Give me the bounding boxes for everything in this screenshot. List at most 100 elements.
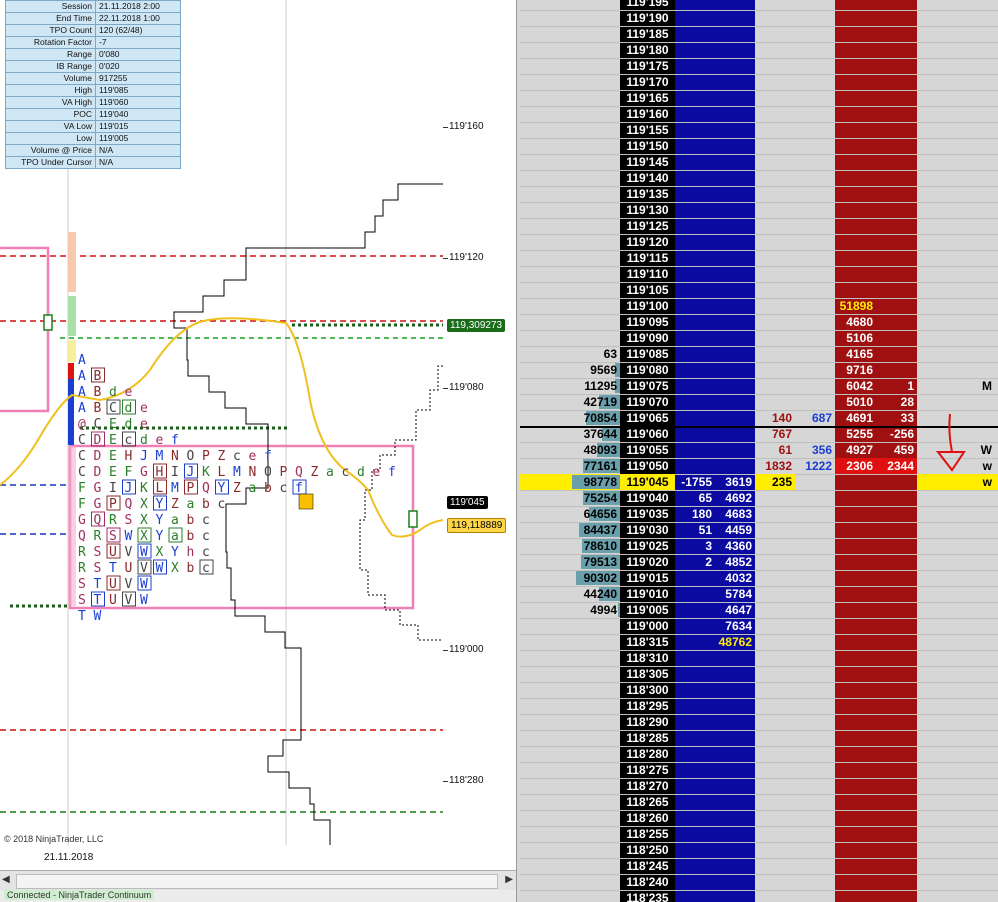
price-cell[interactable]: 119'000 — [620, 618, 675, 634]
price-cell[interactable]: 119'195 — [620, 0, 675, 10]
price-cell[interactable]: 119'120 — [620, 234, 675, 250]
volume-cell[interactable]: 4994 — [520, 602, 620, 618]
price-cell[interactable]: 118'270 — [620, 778, 675, 794]
price-cell[interactable]: 119'015 — [620, 570, 675, 586]
price-cell[interactable]: 119'060 — [620, 426, 675, 442]
ask-size-cell[interactable]: 4680 — [835, 314, 876, 330]
price-cell[interactable]: 119'160 — [620, 106, 675, 122]
volume-cell[interactable]: 98778 — [520, 474, 620, 490]
bid-size-cell[interactable]: 4459 — [715, 522, 755, 538]
price-cell[interactable]: 118'275 — [620, 762, 675, 778]
price-cell[interactable]: 118'250 — [620, 842, 675, 858]
price-cell[interactable]: 119'025 — [620, 538, 675, 554]
bid-size-column[interactable] — [715, 0, 755, 902]
scrollbar-track[interactable] — [16, 874, 498, 889]
bid-size-cell[interactable]: 4852 — [715, 554, 755, 570]
price-cell[interactable]: 119'150 — [620, 138, 675, 154]
price-cell[interactable]: 119'095 — [620, 314, 675, 330]
price-cell[interactable]: 119'035 — [620, 506, 675, 522]
volume-cell[interactable]: 79513 — [520, 554, 620, 570]
price-cell[interactable]: 119'130 — [620, 202, 675, 218]
ask-size-cell[interactable]: 2306 — [835, 458, 876, 474]
price-cell[interactable]: 119'055 — [620, 442, 675, 458]
price-cell[interactable]: 119'110 — [620, 266, 675, 282]
ask-size-cell[interactable]: 4691 — [835, 410, 876, 426]
volume-cell[interactable]: 75254 — [520, 490, 620, 506]
bid-delta-cell[interactable]: 3 — [675, 538, 715, 554]
volume-cell[interactable]: 64656 — [520, 506, 620, 522]
price-cell[interactable]: 118'280 — [620, 746, 675, 762]
marker-cell[interactable]: w — [917, 474, 995, 490]
price-cell[interactable]: 119'030 — [620, 522, 675, 538]
bid-column[interactable] — [675, 0, 715, 902]
price-cell[interactable]: 119'105 — [620, 282, 675, 298]
price-cell[interactable]: 119'020 — [620, 554, 675, 570]
price-cell[interactable]: 118'255 — [620, 826, 675, 842]
price-ladder[interactable]: 119'195 119'190 119'185 119'180 119'175 119'1… — [520, 0, 998, 902]
ask-delta-cell[interactable]: 2344 — [876, 458, 917, 474]
scroll-right-icon[interactable]: ▶ — [505, 874, 513, 885]
bid-size-cell[interactable]: 48762 — [715, 634, 755, 650]
volume-cell[interactable]: 90302 — [520, 570, 620, 586]
price-cell[interactable]: 119'185 — [620, 26, 675, 42]
price-cell[interactable]: 118'300 — [620, 682, 675, 698]
sell-size-cell[interactable]: 140 — [755, 410, 795, 426]
ask-delta-cell[interactable]: 28 — [876, 394, 917, 410]
price-cell[interactable]: 118'295 — [620, 698, 675, 714]
price-cell[interactable]: 118'245 — [620, 858, 675, 874]
price-cell[interactable]: 118'240 — [620, 874, 675, 890]
bid-size-cell[interactable]: 4683 — [715, 506, 755, 522]
price-cell[interactable]: 119'165 — [620, 90, 675, 106]
price-cell[interactable]: 118'315 — [620, 634, 675, 650]
volume-cell[interactable]: 42719 — [520, 394, 620, 410]
price-cell[interactable]: 119'040 — [620, 490, 675, 506]
bid-delta-cell[interactable]: 2 — [675, 554, 715, 570]
price-cell[interactable]: 118'260 — [620, 810, 675, 826]
volume-cell[interactable]: 9569 — [520, 362, 620, 378]
price-cell[interactable]: 119'175 — [620, 58, 675, 74]
price-cell[interactable]: 119'070 — [620, 394, 675, 410]
bid-size-cell[interactable]: 4360 — [715, 538, 755, 554]
sell-size-cell[interactable]: 767 — [755, 426, 795, 442]
price-cell[interactable]: 119'140 — [620, 170, 675, 186]
price-cell[interactable]: 119'180 — [620, 42, 675, 58]
volume-cell[interactable]: 63 — [520, 346, 620, 362]
price-cell[interactable]: 119'045 — [620, 474, 675, 490]
ask-delta-cell[interactable]: 1 — [876, 378, 917, 394]
price-cell[interactable]: 118'265 — [620, 794, 675, 810]
bid-delta-cell[interactable]: 65 — [675, 490, 715, 506]
bid-delta-cell[interactable]: -1755 — [675, 474, 715, 490]
price-cell[interactable]: 119'170 — [620, 74, 675, 90]
ask-size-cell[interactable]: 51898 — [835, 298, 876, 314]
price-cell[interactable]: 119'005 — [620, 602, 675, 618]
bid-size-cell[interactable]: 5784 — [715, 586, 755, 602]
ask-size-cell[interactable]: 4165 — [835, 346, 876, 362]
price-cell[interactable]: 119'065 — [620, 410, 675, 426]
ask-size-cell[interactable]: 5255 — [835, 426, 876, 442]
bid-size-cell[interactable]: 4692 — [715, 490, 755, 506]
price-cell[interactable]: 118'310 — [620, 650, 675, 666]
bid-size-cell[interactable]: 7634 — [715, 618, 755, 634]
price-cell[interactable]: 118'290 — [620, 714, 675, 730]
ask-delta-cell[interactable]: 459 — [876, 442, 917, 458]
price-cell[interactable]: 119'075 — [620, 378, 675, 394]
buy-size-cell[interactable]: 356 — [795, 442, 835, 458]
buy-size-cell[interactable]: 687 — [795, 410, 835, 426]
bid-size-cell[interactable]: 4647 — [715, 602, 755, 618]
ask-size-cell[interactable]: 5010 — [835, 394, 876, 410]
price-cell[interactable]: 119'050 — [620, 458, 675, 474]
volume-cell[interactable]: 77161 — [520, 458, 620, 474]
bid-delta-cell[interactable]: 51 — [675, 522, 715, 538]
volume-cell[interactable]: 78610 — [520, 538, 620, 554]
price-cell[interactable]: 119'125 — [620, 218, 675, 234]
buy-size-cell[interactable]: 1222 — [795, 458, 835, 474]
price-cell[interactable]: 119'100 — [620, 298, 675, 314]
price-cell[interactable]: 119'155 — [620, 122, 675, 138]
price-cell[interactable]: 119'190 — [620, 10, 675, 26]
volume-cell[interactable]: 48093 — [520, 442, 620, 458]
volume-cell[interactable]: 44240 — [520, 586, 620, 602]
marker-cell[interactable]: M — [917, 378, 995, 394]
ask-size-cell[interactable]: 9716 — [835, 362, 876, 378]
ask-size-cell[interactable]: 5106 — [835, 330, 876, 346]
ask-size-cell[interactable]: 6042 — [835, 378, 876, 394]
